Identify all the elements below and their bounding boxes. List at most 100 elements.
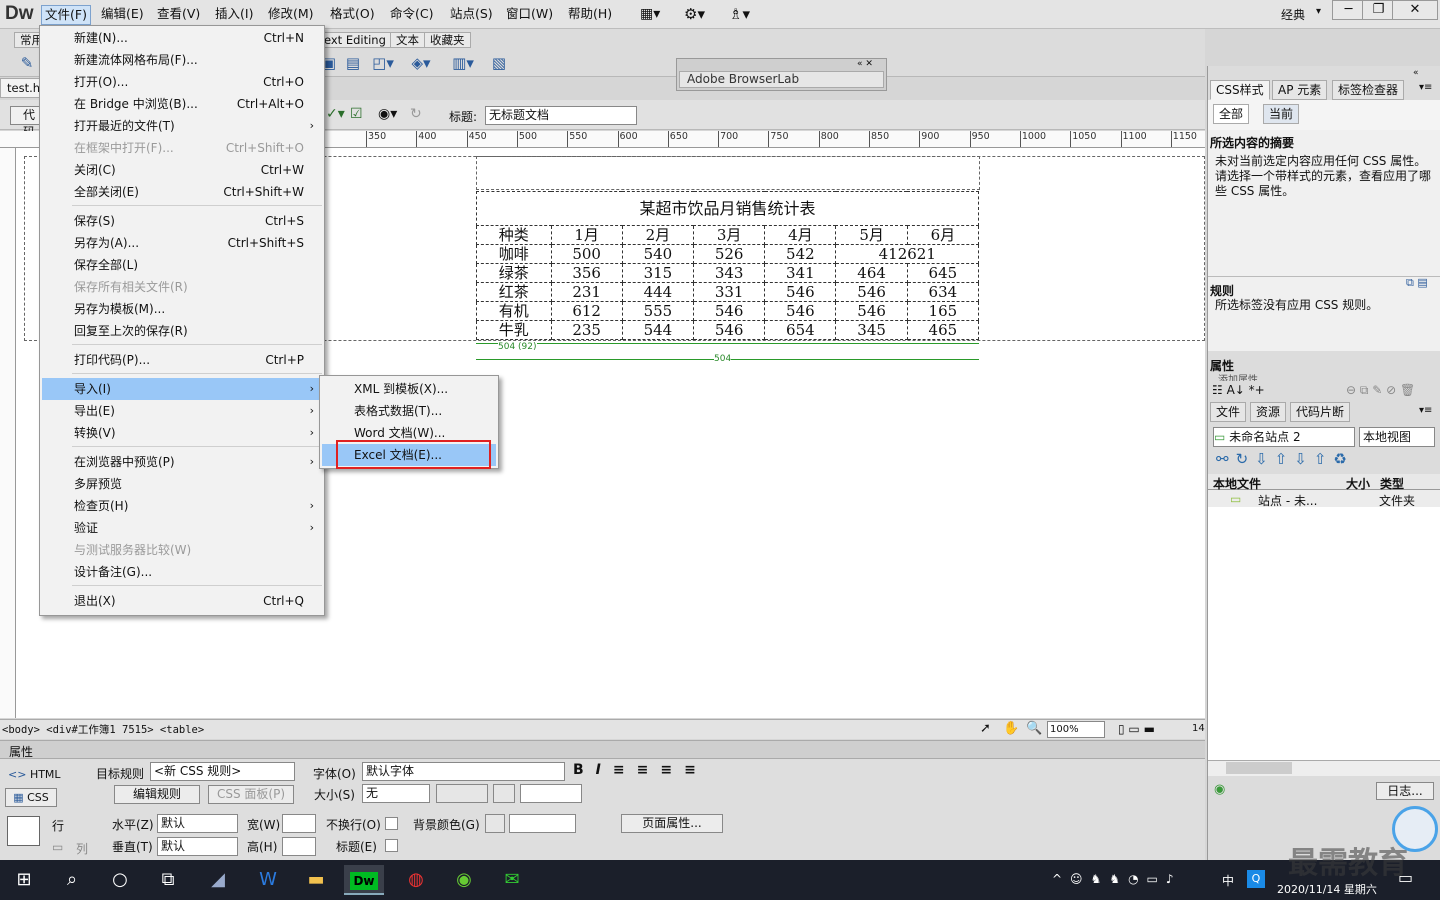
menu-item-23[interactable]: 设计备注(G)... (42, 561, 322, 583)
current-mode-button[interactable]: 当前 (1263, 104, 1300, 124)
workspace-switcher[interactable]: 经典 (1281, 6, 1305, 23)
menu-item-7[interactable]: 全部关闭(E) Ctrl+Shift+W (42, 181, 322, 203)
table-cell[interactable]: 654 (764, 320, 837, 340)
table-cell[interactable]: 绿茶 (476, 263, 552, 283)
log-button[interactable]: 日志... (1376, 782, 1434, 800)
table-cell[interactable]: 412621 (835, 244, 979, 264)
size-select[interactable]: 无 (362, 784, 430, 803)
table-cell[interactable]: 345 (835, 320, 908, 340)
table-cell[interactable]: 235 (550, 320, 623, 340)
css-mode-button[interactable]: ▦ CSS (5, 788, 57, 807)
table-cell[interactable]: 544 (621, 320, 695, 340)
edit-rule-button[interactable]: 编辑规则 (114, 785, 200, 804)
css-view-icons[interactable]: ☷ A↓ *+ (1212, 383, 1265, 397)
table-cell[interactable]: 540 (621, 244, 695, 264)
header-cell[interactable]: 3月 (693, 225, 766, 245)
table-cell[interactable]: 555 (621, 301, 695, 321)
tab-snippets[interactable]: 代码片断 (1290, 402, 1351, 422)
tab-assets[interactable]: 资源 (1250, 402, 1287, 422)
table-cell[interactable]: 咖啡 (476, 244, 552, 264)
close-button[interactable]: ✕ (1392, 0, 1438, 20)
font-select[interactable]: 默认字体 (362, 762, 565, 781)
menu-3[interactable]: 插入(I) (212, 5, 256, 25)
tab-ap-elements[interactable]: AP 元素 (1272, 80, 1328, 100)
tab-text-editing[interactable]: ext Editing (318, 32, 392, 48)
table-cell[interactable]: 546 (835, 282, 908, 302)
table-cell[interactable]: 444 (621, 282, 695, 302)
header-cell[interactable]: 种类 (476, 225, 552, 245)
header-cell[interactable]: 4月 (764, 225, 837, 245)
wps-icon[interactable]: W (248, 865, 288, 895)
menu-item-12[interactable]: 另存为模板(M)... (42, 298, 322, 320)
menu-8[interactable]: 窗口(W) (503, 5, 556, 25)
menu-7[interactable]: 站点(S) (447, 5, 496, 25)
view-select[interactable]: 本地视图 (1359, 427, 1435, 447)
wechat-icon[interactable]: ✉ (492, 865, 532, 895)
table-cell[interactable]: 546 (835, 301, 908, 321)
table-cell[interactable]: 231 (550, 282, 623, 302)
qq-icon[interactable]: Q (1247, 870, 1265, 888)
title-input[interactable]: 无标题文档 (485, 106, 637, 125)
table-cell[interactable]: 356 (550, 263, 623, 283)
cortana-icon[interactable]: ○ (100, 865, 140, 895)
bgcolor-input[interactable] (509, 814, 576, 833)
table-cell[interactable]: 343 (693, 263, 766, 283)
table-cell[interactable]: 有机 (476, 301, 552, 321)
zoom-icon[interactable]: 🔍 (1026, 721, 1042, 736)
menu-item-9[interactable]: 另存为(A)... Ctrl+Shift+S (42, 232, 322, 254)
table-cell[interactable]: 牛乳 (476, 320, 552, 340)
table-cell[interactable]: 465 (906, 320, 980, 340)
html-mode-button[interactable]: <> HTML (8, 768, 61, 781)
task-view-icon[interactable]: ⧉ (148, 865, 188, 895)
tab-text[interactable]: 文本 (390, 32, 425, 48)
menu-item-3[interactable]: 在 Bridge 中浏览(B)... Ctrl+Alt+O (42, 93, 322, 115)
collapse-icon[interactable]: « ✕ (857, 59, 873, 69)
menu-4[interactable]: 修改(M) (265, 5, 317, 25)
menu-6[interactable]: 命令(C) (387, 5, 436, 25)
horz-select[interactable]: 默认 (157, 814, 238, 833)
menu-item-1[interactable]: 新建流体网格布局(F)... (42, 49, 322, 71)
table-cell[interactable]: 546 (764, 301, 837, 321)
header-cell[interactable]: 1月 (550, 225, 623, 245)
menu-item-22[interactable]: 与测试服务器比较(W) (42, 539, 322, 561)
text-color-picker[interactable] (493, 784, 515, 803)
tab-favorites[interactable]: 收藏夹 (424, 32, 471, 48)
page-properties-button[interactable]: 页面属性... (621, 814, 723, 833)
validate-icon[interactable]: ☑ (350, 106, 363, 122)
window-size-icon[interactable]: ▯ ▭ ▬ (1118, 722, 1155, 736)
table-cell[interactable]: 546 (764, 282, 837, 302)
check-icon[interactable]: ✓▾ (326, 106, 345, 122)
melon-icon[interactable]: ◉ (444, 865, 484, 895)
table-cell[interactable]: 542 (764, 244, 837, 264)
rules-view-icon[interactable]: ⧉ ▤ (1406, 276, 1428, 290)
hand-icon[interactable]: ✋ (1003, 721, 1019, 736)
menu-item-2[interactable]: 打开(O)... Ctrl+O (42, 71, 322, 93)
search-icon[interactable]: ⌕ (52, 865, 92, 895)
site-icon[interactable]: ♗▾ (729, 5, 750, 23)
files-toolbar-icons[interactable]: ⚯↻⇩⇧⇩⇧♻ (1216, 450, 1354, 468)
menu-item-15[interactable]: 导入(I) › (42, 378, 322, 400)
chrome-icon[interactable]: ◍ (396, 865, 436, 895)
size-unit-select[interactable] (436, 784, 488, 803)
files-options-icon[interactable]: ▾≡ (1419, 405, 1432, 416)
menu-item-19[interactable]: 多屏预览 (42, 473, 322, 495)
browserlab-tab[interactable]: Adobe BrowserLab (679, 71, 884, 88)
width-input[interactable] (282, 814, 316, 833)
media-icon[interactable]: ▤ (342, 53, 364, 73)
menu-item-13[interactable]: 回复至上次的保存(R) (42, 320, 322, 342)
table-cell[interactable]: 315 (621, 263, 695, 283)
all-mode-button[interactable]: 全部 (1213, 104, 1250, 124)
site-root-name[interactable]: 站点 - 未... (1258, 492, 1317, 509)
header-cell[interactable]: 2月 (621, 225, 695, 245)
assistant-bubble[interactable] (1392, 806, 1438, 852)
table-cell[interactable]: 341 (764, 263, 837, 283)
menu-item-21[interactable]: 验证 › (42, 517, 322, 539)
table-cell[interactable]: 165 (906, 301, 980, 321)
app-icon[interactable]: ◢ (198, 865, 238, 895)
restore-button[interactable]: ❐ (1362, 0, 1395, 20)
height-input[interactable] (282, 837, 316, 856)
chevron-down-icon[interactable]: ▾ (1316, 6, 1321, 17)
vert-select[interactable]: 默认 (157, 837, 238, 856)
table-cell[interactable]: 546 (693, 320, 766, 340)
nowrap-checkbox[interactable] (385, 817, 398, 830)
